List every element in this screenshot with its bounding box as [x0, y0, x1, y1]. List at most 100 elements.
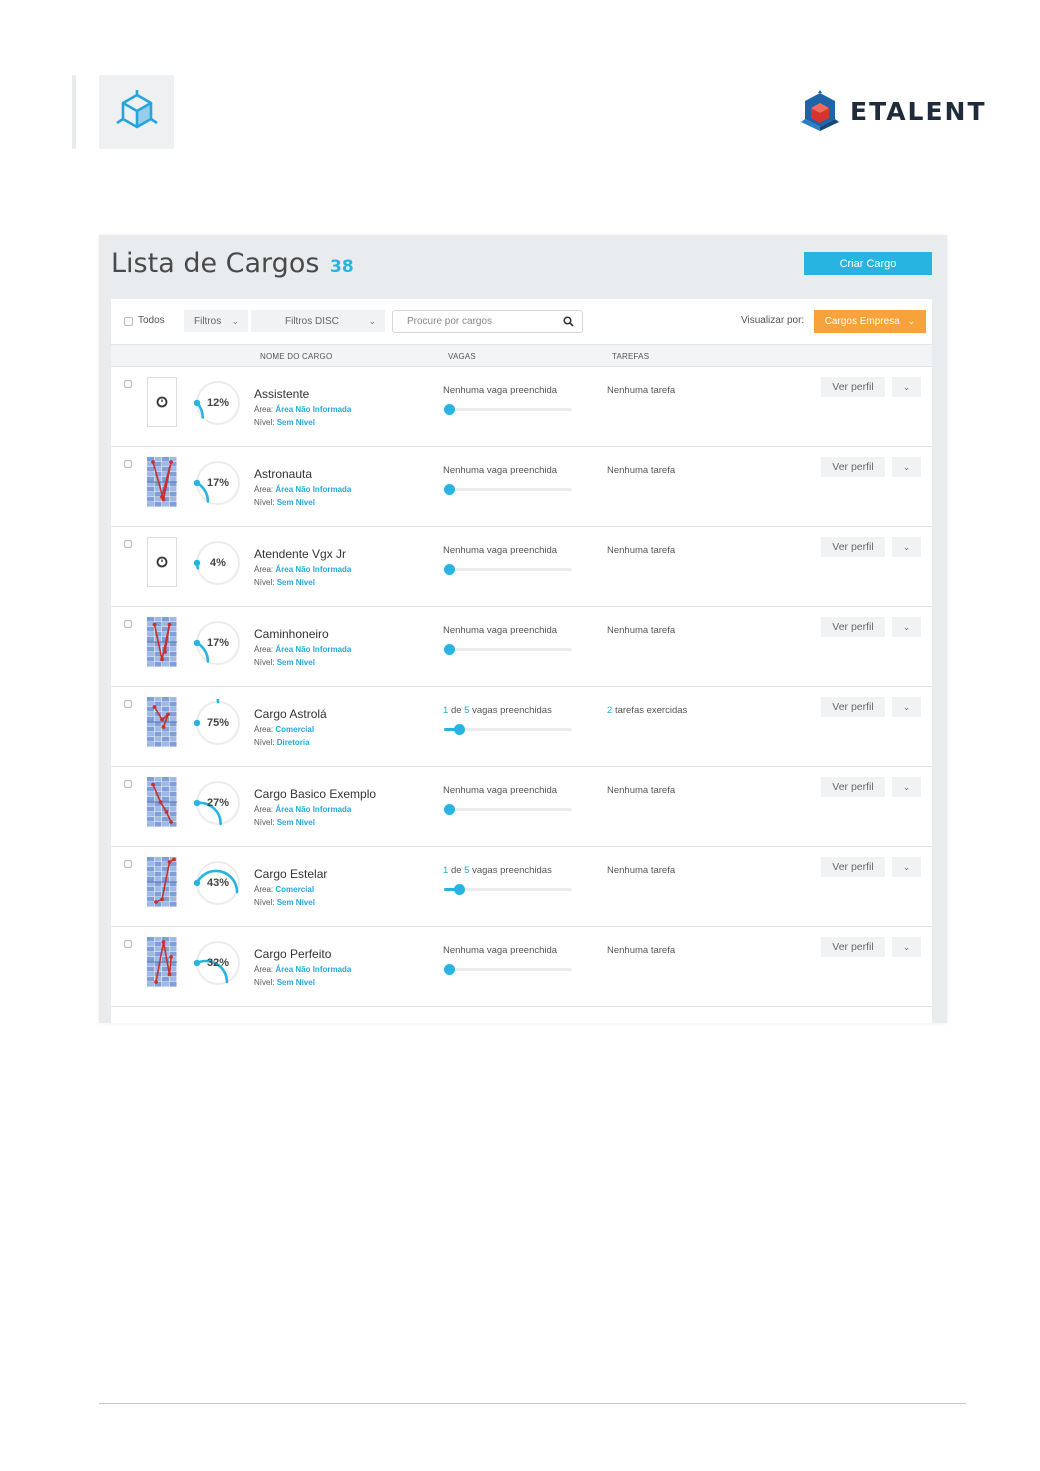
vagas-progress-knob [444, 484, 455, 495]
tarefas-status: Nenhuma tarefa [607, 865, 676, 876]
tarefas-status: Nenhuma tarefa [607, 385, 676, 396]
filters-dropdown[interactable]: Filtros ⌄ [184, 310, 248, 332]
search-icon[interactable] [563, 316, 574, 327]
row-checkbox[interactable] [124, 460, 132, 468]
area-label: Área: [254, 965, 274, 974]
row-menu-button[interactable]: ⌄ [892, 617, 921, 637]
table-row: 27% Cargo Basico Exemplo Área: Área Não … [111, 767, 932, 847]
row-checkbox[interactable] [124, 860, 132, 868]
table-row: 43% Cargo Estelar Área: Comercial Nível:… [111, 847, 932, 927]
vagas-progress-bar [444, 404, 572, 415]
disc-graph-icon [147, 777, 177, 827]
row-menu-button[interactable]: ⌄ [892, 457, 921, 477]
cargo-name[interactable]: Atendente Vgx Jr [254, 547, 346, 561]
ver-perfil-button[interactable]: Ver perfil [821, 457, 885, 477]
cargo-area: Área: Área Não Informada [254, 645, 351, 654]
cube-icon [115, 90, 158, 129]
match-percent: 17% [206, 477, 230, 489]
area-label: Área: [254, 645, 274, 654]
cargo-area: Área: Área Não Informada [254, 965, 351, 974]
vagas-status: 1 de 5 vagas preenchidas [443, 705, 552, 716]
table-row: 4% Atendente Vgx Jr Área: Área Não Infor… [111, 527, 932, 607]
row-checkbox[interactable] [124, 620, 132, 628]
table-row: 75% Cargo Astrolá Área: Comercial Nível:… [111, 687, 932, 767]
area-value[interactable]: Comercial [275, 725, 314, 734]
nivel-label: Nível: [254, 818, 275, 827]
area-value[interactable]: Área Não Informada [275, 565, 351, 574]
disc-graph-icon [147, 617, 177, 667]
cargo-area: Área: Área Não Informada [254, 565, 351, 574]
footer-divider [99, 1403, 966, 1404]
vagas-progress-bar [444, 644, 572, 655]
chevron-down-icon: ⌄ [902, 861, 911, 872]
nivel-value[interactable]: Sem Nível [277, 498, 315, 507]
cargo-name[interactable]: Cargo Astrolá [254, 707, 327, 721]
row-menu-button[interactable]: ⌄ [892, 697, 921, 717]
area-value[interactable]: Comercial [275, 885, 314, 894]
cargo-name[interactable]: Astronauta [254, 467, 312, 481]
cargo-nivel: Nível: Sem Nível [254, 658, 315, 667]
chevron-down-icon: ⌄ [368, 315, 376, 326]
nivel-value[interactable]: Sem Nível [277, 658, 315, 667]
page-header: Lista de Cargos 38 Criar Cargo [99, 235, 947, 299]
view-by-dropdown[interactable]: Cargos Empresa ⌄ [814, 310, 926, 333]
nivel-label: Nível: [254, 978, 275, 987]
ver-perfil-button[interactable]: Ver perfil [821, 617, 885, 637]
row-menu-button[interactable]: ⌄ [892, 937, 921, 957]
vagas-total: 5 [464, 865, 470, 876]
cargo-nivel: Nível: Sem Nível [254, 418, 315, 427]
cargo-area: Área: Área Não Informada [254, 805, 351, 814]
vagas-filled: 1 [443, 865, 449, 876]
filters-disc-dropdown[interactable]: Filtros DISC ⌄ [251, 310, 385, 332]
row-checkbox[interactable] [124, 700, 132, 708]
vagas-status: Nenhuma vaga preenchida [443, 545, 558, 556]
cargo-name[interactable]: Cargo Perfeito [254, 947, 331, 961]
chevron-down-icon: ⌄ [902, 701, 911, 712]
area-value[interactable]: Área Não Informada [275, 805, 351, 814]
row-menu-button[interactable]: ⌄ [892, 777, 921, 797]
ver-perfil-button[interactable]: Ver perfil [821, 777, 885, 797]
nivel-label: Nível: [254, 498, 275, 507]
ver-perfil-button[interactable]: Ver perfil [821, 377, 885, 397]
row-checkbox[interactable] [124, 380, 132, 388]
nivel-value[interactable]: Sem Nível [277, 578, 315, 587]
nivel-value[interactable]: Sem Nível [277, 978, 315, 987]
ver-perfil-button[interactable]: Ver perfil [821, 857, 885, 877]
create-cargo-button[interactable]: Criar Cargo [804, 252, 932, 275]
search-input[interactable]: Procure por cargos [392, 310, 583, 333]
vagas-progress-bar [444, 964, 572, 975]
nivel-value[interactable]: Sem Nível [277, 818, 315, 827]
page-side-bar [72, 75, 76, 149]
row-checkbox[interactable] [124, 780, 132, 788]
row-checkbox[interactable] [124, 540, 132, 548]
filters-disc-label: Filtros DISC [285, 315, 339, 327]
ver-perfil-button[interactable]: Ver perfil [821, 937, 885, 957]
nivel-value[interactable]: Sem Nível [277, 418, 315, 427]
area-value[interactable]: Área Não Informada [275, 965, 351, 974]
tarefas-status: Nenhuma tarefa [607, 545, 676, 556]
chevron-down-icon: ⌄ [902, 941, 911, 952]
area-value[interactable]: Área Não Informada [275, 485, 351, 494]
ver-perfil-button[interactable]: Ver perfil [821, 697, 885, 717]
area-value[interactable]: Área Não Informada [275, 405, 351, 414]
cargo-name[interactable]: Cargo Basico Exemplo [254, 787, 376, 801]
cargo-name[interactable]: Assistente [254, 387, 309, 401]
match-percent: 17% [206, 637, 230, 649]
ver-perfil-button[interactable]: Ver perfil [821, 537, 885, 557]
nivel-value[interactable]: Diretoria [277, 738, 310, 747]
cargo-name[interactable]: Caminhoneiro [254, 627, 329, 641]
row-checkbox[interactable] [124, 940, 132, 948]
cargo-nivel: Nível: Sem Nível [254, 498, 315, 507]
select-all-checkbox[interactable] [124, 317, 133, 326]
cargo-name[interactable]: Cargo Estelar [254, 867, 327, 881]
cargo-area: Área: Comercial [254, 725, 314, 734]
vagas-suffix: vagas preenchidas [472, 705, 552, 716]
area-label: Área: [254, 885, 274, 894]
area-label: Área: [254, 725, 274, 734]
nivel-value[interactable]: Sem Nível [277, 898, 315, 907]
row-menu-button[interactable]: ⌄ [892, 377, 921, 397]
vagas-progress-bar [444, 564, 572, 575]
row-menu-button[interactable]: ⌄ [892, 857, 921, 877]
row-menu-button[interactable]: ⌄ [892, 537, 921, 557]
area-value[interactable]: Área Não Informada [275, 645, 351, 654]
